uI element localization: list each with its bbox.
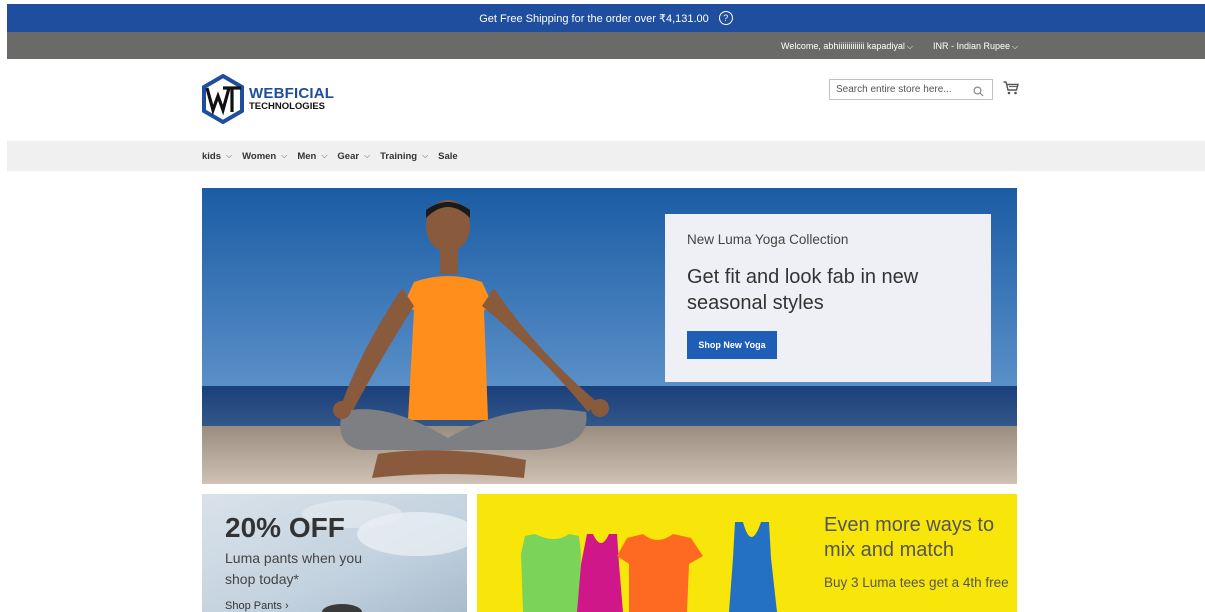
account-bar: Welcome, abhiiiiiiiiiiiii kapadiyal ⌵ INR… [7,32,1205,59]
chevron-down-icon: ⌵ [226,151,233,160]
nav-label: kids [202,150,222,162]
nav-item-women[interactable]: Women ⌵ [242,151,287,162]
pants-promo-block[interactable]: 20% OFF Luma pants when you shop today* … [202,494,467,612]
chevron-down-icon: ⌵ [364,151,371,160]
welcome-text: Welcome, abhiiiiiiiiiiiii kapadiyal [781,41,905,51]
store-logo[interactable]: WEBFICIAL TECHNOLOGIES [201,74,334,124]
shop-pants-link[interactable]: Shop Pants › [225,600,289,612]
hero-banner[interactable]: New Luma Yoga Collection Get fit and loo… [202,188,1017,484]
chevron-down-icon: ⌵ [1012,42,1019,51]
nav-label: Women [242,150,277,162]
chevron-right-icon: › [284,600,289,612]
site-header: WEBFICIAL TECHNOLOGIES [7,59,1205,141]
cart-icon[interactable] [1003,81,1019,100]
nav-label: Training [380,150,418,162]
chevron-down-icon: ⌵ [321,151,328,160]
nav-item-training[interactable]: Training ⌵ [380,151,428,162]
nav-label: Sale [438,150,458,162]
search-box [829,79,993,100]
nav-item-gear[interactable]: Gear ⌵ [337,151,370,162]
welcome-menu[interactable]: Welcome, abhiiiiiiiiiiiii kapadiyal ⌵ [781,41,913,52]
free-shipping-banner: Get Free Shipping for the order over ₹4,… [7,4,1205,32]
nav-item-sale[interactable]: Sale [438,151,458,162]
logo-mark-icon [202,74,244,124]
currency-label: INR - Indian Rupee [933,41,1011,51]
hero-eyebrow: New Luma Yoga Collection [687,232,849,247]
shop-new-yoga-button[interactable]: Shop New Yoga [687,331,777,359]
hero-headline: Get fit and look fab in new seasonal sty… [687,266,919,314]
search-input[interactable] [830,83,978,96]
logo-line-1: WEBFICIAL [249,85,335,103]
help-icon[interactable]: ? [718,11,733,25]
tees-promo-subtext: Buy 3 Luma tees get a 4th free [824,575,1009,590]
nav-item-men[interactable]: Men ⌵ [297,151,327,162]
logo-line-2: TECHNOLOGIES [249,101,326,113]
nav-label: Men [297,150,317,162]
shop-pants-label: Shop Pants [225,600,282,612]
hero-text-panel: New Luma Yoga Collection Get fit and loo… [665,214,991,382]
search-icon[interactable] [973,84,984,102]
chevron-down-icon: ⌵ [906,42,913,51]
main-navigation: kids ⌵ Women ⌵ Men ⌵ Gear ⌵ Training ⌵ Sale [7,141,1205,171]
nav-item-kids[interactable]: kids ⌵ [202,151,232,162]
pants-promo-subtext: Luma pants when you shop today* [225,550,362,587]
tees-promo-block[interactable]: Even more ways to mix and match Buy 3 Lu… [477,494,1017,612]
currency-switcher[interactable]: INR - Indian Rupee ⌵ [933,41,1018,52]
tees-promo-headline: Even more ways to mix and match [824,514,995,561]
pants-promo-headline: 20% OFF [225,512,345,543]
chevron-down-icon: ⌵ [422,151,429,160]
chevron-down-icon: ⌵ [281,151,288,160]
tees-promo-image [521,522,777,612]
free-shipping-text: Get Free Shipping for the order over ₹4,… [479,12,709,25]
nav-label: Gear [337,150,360,162]
